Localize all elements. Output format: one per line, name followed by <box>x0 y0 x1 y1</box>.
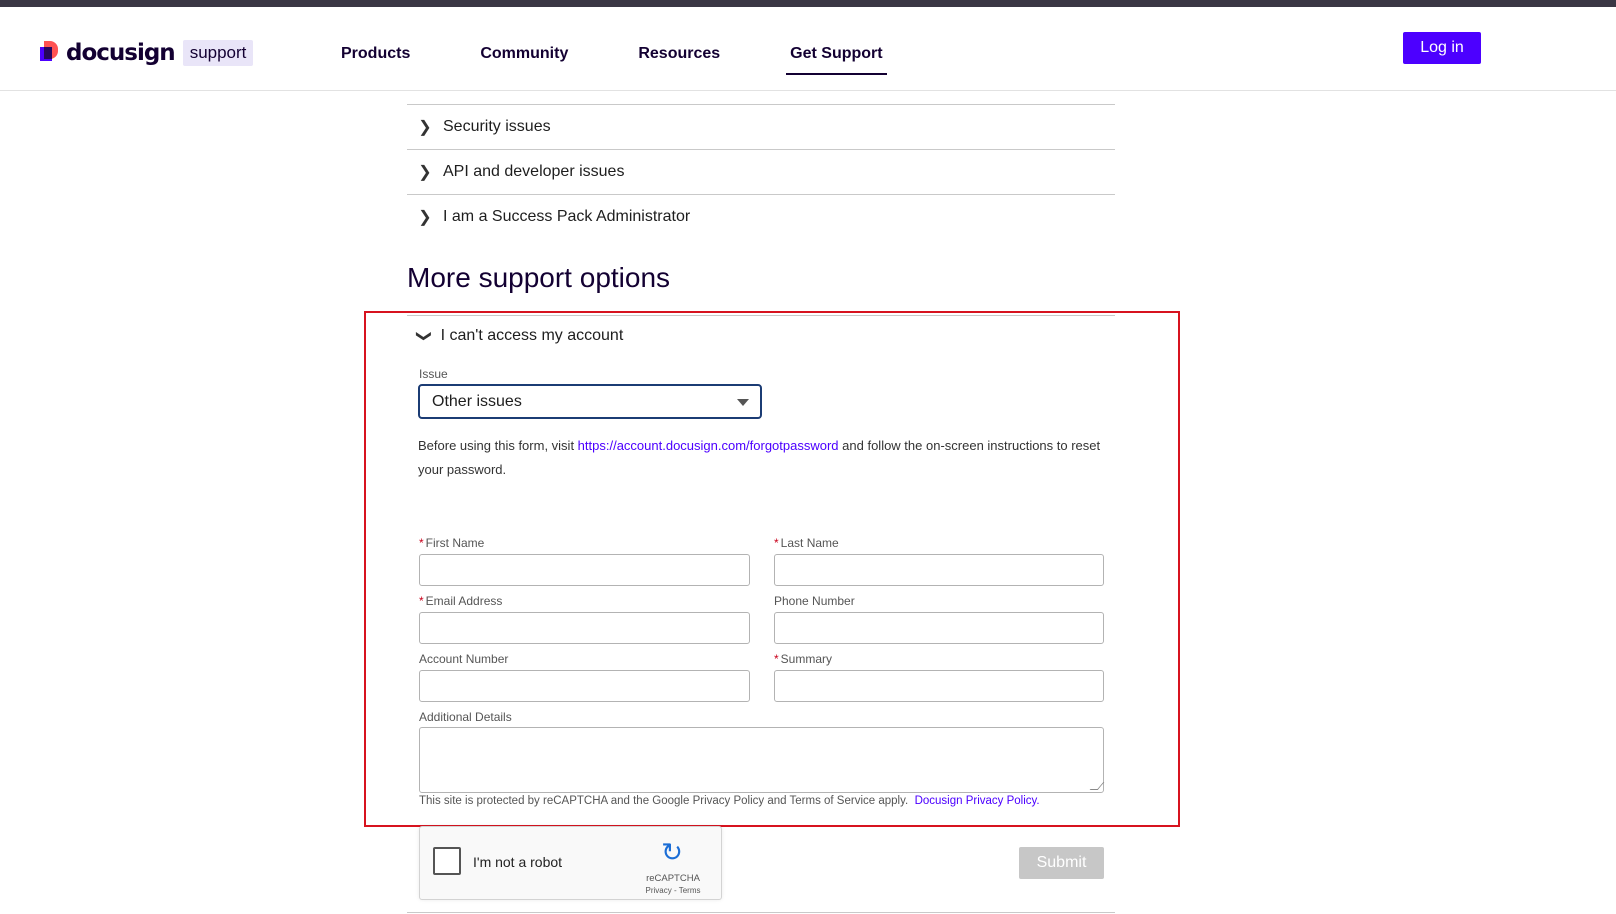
email-label-text: Email Address <box>425 594 503 608</box>
required-marker: * <box>774 536 779 550</box>
account-number-label: Account Number <box>419 652 509 666</box>
divider <box>407 315 1115 316</box>
caret-down-icon <box>737 399 749 406</box>
phone-field[interactable] <box>774 612 1104 644</box>
accordion-item-label: API and developer issues <box>443 163 625 180</box>
nav-get-support[interactable]: Get Support <box>786 37 887 75</box>
recaptcha-notice: This site is protected by reCAPTCHA and … <box>419 795 1040 807</box>
issue-select[interactable]: Other issues <box>418 384 762 419</box>
main-nav: Products Community Resources Get Support <box>337 37 949 75</box>
chevron-right-icon: ❯ <box>418 164 432 181</box>
email-label: * Email Address <box>419 594 502 608</box>
top-strip <box>0 0 1616 7</box>
chevron-right-icon: ❯ <box>418 209 432 226</box>
first-name-label: * First Name <box>419 536 484 550</box>
recaptcha-label: I'm not a robot <box>473 854 563 870</box>
chevron-right-icon: ❯ <box>418 119 432 136</box>
recaptcha-widget: I'm not a robot ↻ reCAPTCHA Privacy - Te… <box>419 826 722 900</box>
issue-select-value: Other issues <box>432 392 522 410</box>
nav-community[interactable]: Community <box>476 37 572 75</box>
submit-button[interactable]: Submit <box>1019 847 1104 879</box>
accordion-item-success-pack[interactable]: ❯ I am a Success Pack Administrator <box>407 194 1115 239</box>
recaptcha-terms-link[interactable]: Privacy - Terms <box>638 886 708 895</box>
accordion-item-label: Security issues <box>443 118 551 135</box>
summary-label-text: Summary <box>780 652 833 666</box>
notice-text-before: Before using this form, visit <box>418 438 578 453</box>
privacy-policy-link[interactable]: Docusign Privacy Policy. <box>915 795 1040 807</box>
nav-products[interactable]: Products <box>337 37 414 75</box>
recaptcha-brand: reCAPTCHA <box>646 873 700 884</box>
summary-field[interactable] <box>774 670 1104 702</box>
accordion-item-security[interactable]: ❯ Security issues <box>407 104 1115 149</box>
accordion-item-account-access[interactable]: ❯ I can't access my account <box>415 327 624 345</box>
required-marker: * <box>419 594 424 608</box>
login-button[interactable]: Log in <box>1403 32 1481 64</box>
additional-details-label: Additional Details <box>419 710 512 724</box>
divider <box>407 912 1115 913</box>
issue-label: Issue <box>419 367 448 381</box>
first-name-field[interactable] <box>419 554 750 586</box>
accordion-item-label: I am a Success Pack Administrator <box>443 208 691 225</box>
required-marker: * <box>774 652 779 666</box>
last-name-label-text: Last Name <box>780 536 839 550</box>
summary-label: * Summary <box>774 652 832 666</box>
first-name-label-text: First Name <box>425 536 485 550</box>
recaptcha-notice-text: This site is protected by reCAPTCHA and … <box>419 795 909 807</box>
forgot-password-link[interactable]: https://account.docusign.com/forgotpassw… <box>578 438 839 453</box>
additional-details-textarea[interactable] <box>419 727 1105 793</box>
accordion-item-api[interactable]: ❯ API and developer issues <box>407 149 1115 194</box>
recaptcha-logo-icon: ↻ <box>661 837 683 867</box>
last-name-label: * Last Name <box>774 536 839 550</box>
logo-support-tag: support <box>182 40 254 66</box>
last-name-field[interactable] <box>774 554 1104 586</box>
nav-resources[interactable]: Resources <box>634 37 724 75</box>
accordion-item-label: I can't access my account <box>440 327 624 344</box>
account-number-field[interactable] <box>419 670 750 702</box>
docusign-logo[interactable]: docusign support <box>40 35 254 71</box>
chevron-down-icon: ❯ <box>415 329 433 343</box>
more-support-title: More support options <box>407 262 671 293</box>
recaptcha-checkbox[interactable] <box>433 847 461 875</box>
email-field[interactable] <box>419 612 750 644</box>
password-reset-notice: Before using this form, visit https://ac… <box>418 434 1108 482</box>
resize-handle-icon[interactable] <box>1089 782 1105 790</box>
docusign-mark-icon <box>40 41 62 65</box>
phone-label: Phone Number <box>774 594 855 608</box>
logo-wordmark: docusign <box>66 40 176 66</box>
required-marker: * <box>419 536 424 550</box>
site-header: docusign support Products Community Reso… <box>0 7 1616 91</box>
